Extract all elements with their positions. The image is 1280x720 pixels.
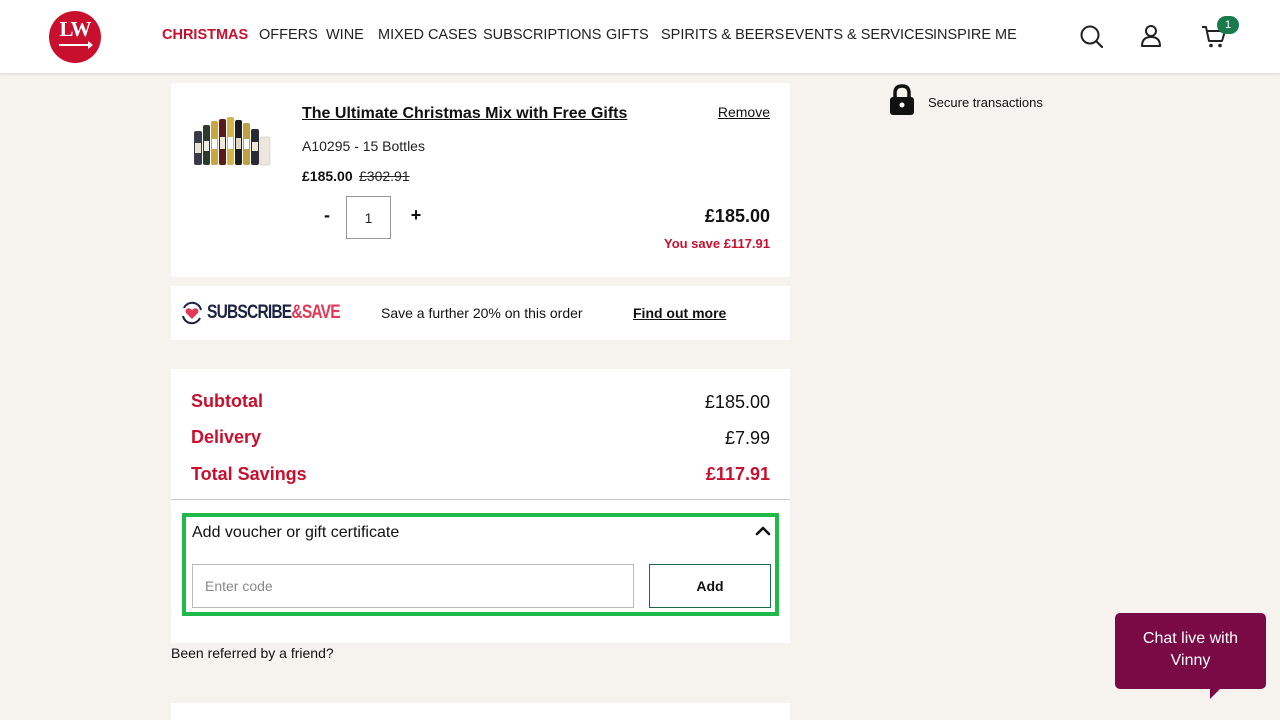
add-voucher-button[interactable]: Add xyxy=(649,564,771,608)
logo-text: LW xyxy=(59,17,91,41)
search-icon[interactable] xyxy=(1077,22,1105,50)
chat-label-line2: Vinny xyxy=(1170,652,1211,669)
logo-arrow-icon xyxy=(59,41,93,49)
total-savings-value: £117.91 xyxy=(705,464,770,484)
nav-wine[interactable]: WINE xyxy=(326,27,364,43)
nav-events-services[interactable]: EVENTS & SERVICES xyxy=(785,27,934,43)
quantity-input[interactable] xyxy=(346,196,391,239)
voucher-code-input[interactable] xyxy=(192,564,634,608)
cart-count-badge: 1 xyxy=(1217,16,1239,34)
nav-offers[interactable]: OFFERS xyxy=(259,27,318,43)
total-savings-label: Total Savings xyxy=(191,464,307,484)
order-summary-card: Subtotal £185.00 Delivery £7.99 Total Sa… xyxy=(171,369,790,643)
nav-mixed-cases[interactable]: MIXED CASES xyxy=(378,27,477,43)
subscribe-word: SUBSCRIBE xyxy=(207,302,292,323)
delivery-value: £7.99 xyxy=(724,428,770,448)
site-header: LW CHRISTMAS OFFERS WINE MIXED CASES SUB… xyxy=(0,0,1280,73)
lw-logo[interactable]: LW xyxy=(49,11,101,63)
referred-by-friend-link[interactable]: Been referred by a friend? xyxy=(171,645,334,661)
summary-divider xyxy=(171,499,790,500)
line-total: £185.00 xyxy=(704,206,770,226)
voucher-section: Add voucher or gift certificate Add xyxy=(182,513,779,616)
subscribe-message: Save a further 20% on this order xyxy=(381,305,583,321)
save-word: &SAVE xyxy=(291,302,340,323)
find-out-more-link[interactable]: Find out more xyxy=(633,305,726,321)
unit-price: £185.00 xyxy=(302,168,353,184)
basket-item-card: The Ultimate Christmas Mix with Free Gif… xyxy=(171,83,790,277)
subtotal-value: £185.00 xyxy=(704,392,770,412)
heart-arrows-icon xyxy=(182,301,202,325)
product-code: A10295 - 15 Bottles xyxy=(302,138,425,154)
nav-inspire-me[interactable]: INSPIRE ME xyxy=(933,27,1017,43)
product-title-link[interactable]: The Ultimate Christmas Mix with Free Gif… xyxy=(302,105,627,123)
subscribe-save-banner: SUBSCRIBE&SAVE Save a further 20% on thi… xyxy=(171,286,790,340)
product-image[interactable] xyxy=(193,117,271,167)
subtotal-label: Subtotal xyxy=(191,391,263,411)
secure-transactions-label: Secure transactions xyxy=(928,95,1043,110)
subscribe-save-logo: SUBSCRIBE&SAVE xyxy=(180,299,369,327)
quantity-decrease-button[interactable]: - xyxy=(319,205,335,226)
was-price: £302.91 xyxy=(359,168,410,184)
account-icon[interactable] xyxy=(1137,22,1165,50)
chevron-up-icon[interactable] xyxy=(755,523,771,539)
nav-christmas[interactable]: CHRISTMAS xyxy=(162,27,248,43)
nav-gifts[interactable]: GIFTS xyxy=(606,27,649,43)
next-section-card xyxy=(171,703,790,720)
you-save-label: You save £117.91 xyxy=(663,236,770,251)
quantity-increase-button[interactable]: + xyxy=(408,205,424,226)
lock-icon xyxy=(890,84,914,115)
nav-spirits-beers[interactable]: SPIRITS & BEERS xyxy=(661,27,784,43)
voucher-title[interactable]: Add voucher or gift certificate xyxy=(192,524,399,542)
live-chat-button[interactable]: Chat live with Vinny xyxy=(1115,613,1266,699)
chat-label-line1: Chat live with xyxy=(1142,630,1239,647)
nav-subscriptions[interactable]: SUBSCRIPTIONS xyxy=(483,27,601,43)
delivery-label: Delivery xyxy=(191,427,262,447)
remove-item-link[interactable]: Remove xyxy=(718,104,770,120)
